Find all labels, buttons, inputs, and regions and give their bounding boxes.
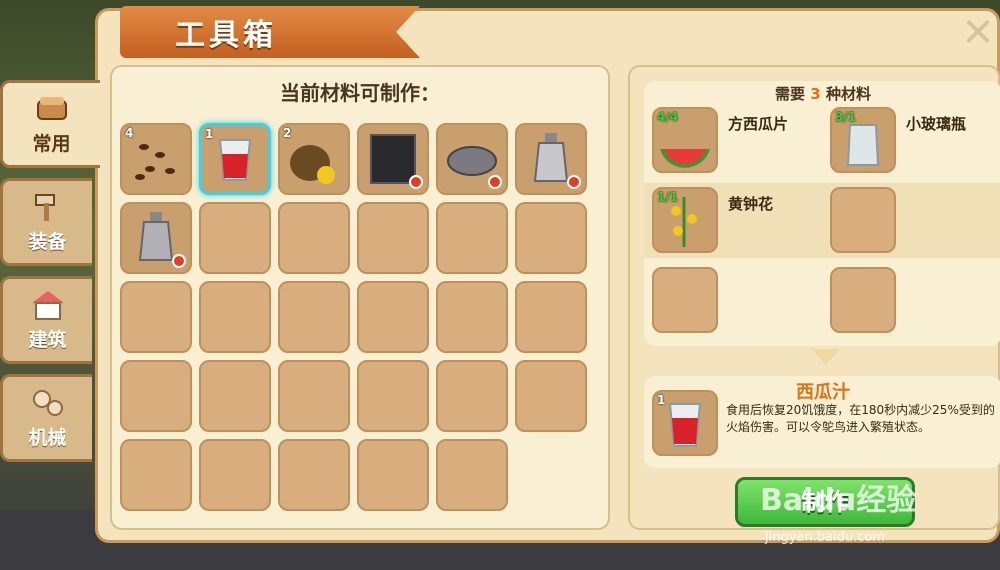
empty-material-slot [652,267,718,333]
material-count: 1/1 [657,190,679,204]
empty-slot[interactable] [436,439,508,511]
close-icon[interactable]: ✕ [960,13,996,53]
result-count: 1 [657,393,666,407]
material-item[interactable]: 4/4 方西瓜片 [652,107,788,173]
tab-label: 常用 [32,132,71,155]
material-count: 4/4 [657,110,679,124]
item-count: 1 [205,127,214,141]
requirements-count: 3 [810,85,821,103]
empty-slot[interactable] [357,439,429,511]
hammer-icon [34,193,55,221]
empty-slot[interactable] [278,439,350,511]
material-name: 小玻璃瓶 [906,115,967,133]
empty-slot[interactable] [278,360,350,432]
requirements-area: 需要 3 种材料 4/4 方西瓜片 3/1 小玻璃瓶 1/1 黄钟花 [644,81,1000,346]
empty-material-slot [830,187,896,253]
item-count: 2 [283,126,292,140]
item-count: 4 [125,126,134,140]
empty-slot[interactable] [357,360,429,432]
material-count: 3/1 [835,110,857,124]
empty-slot[interactable] [278,202,350,274]
empty-slot[interactable] [120,360,192,432]
tab-common[interactable]: 常用 [0,80,100,168]
empty-slot[interactable] [199,202,271,274]
item-slot[interactable] [357,123,429,195]
empty-slot[interactable] [278,281,350,353]
item-slot[interactable]: 1 [199,123,271,195]
result-area: 西瓜汁 1 食用后恢复20饥饿度，在180秒内减少25%受到的火焰伤害。可以令鸵… [644,376,1000,468]
req-row: 4/4 方西瓜片 3/1 小玻璃瓶 [644,103,1000,178]
tab-label: 建筑 [28,328,67,351]
gears-icon [32,389,63,416]
material-item[interactable]: 3/1 小玻璃瓶 [830,107,966,173]
material-item [830,187,896,253]
material-slot: 4/4 [652,107,718,173]
craftable-title: 当前材料可制作： [280,81,440,105]
empty-material-slot [830,267,896,333]
requirements-prefix: 需要 [775,85,806,103]
empty-slot[interactable] [199,439,271,511]
empty-slot[interactable] [436,202,508,274]
material-slot: 1/1 [652,187,718,253]
empty-slot[interactable] [515,202,587,274]
house-icon [31,290,64,320]
empty-slot[interactable] [199,281,271,353]
material-item [830,267,896,333]
material-slot: 3/1 [830,107,896,173]
tab-buildings[interactable]: 建筑 [0,276,92,364]
material-item [652,267,718,333]
down-arrow-icon [812,349,840,365]
unavailable-icon [567,175,581,189]
craftable-panel: 当前材料可制作： 4 1 2 [110,65,610,530]
empty-slot[interactable] [120,439,192,511]
req-row [644,263,1000,338]
empty-slot[interactable] [515,360,587,432]
item-slot[interactable]: 2 [278,123,350,195]
window-title: 工具箱 [120,6,420,58]
watermark-url: jingyan.baidu.com [765,530,885,545]
category-tabs: 常用 装备 建筑 机械 [0,80,100,472]
result-slot: 1 [652,390,718,456]
item-slot[interactable] [515,123,587,195]
item-slot[interactable] [120,202,192,274]
material-name: 黄钟花 [728,195,774,213]
tab-label: 装备 [28,230,67,253]
requirements-header: 需要 3 种材料 [644,83,1000,104]
empty-slot[interactable] [436,281,508,353]
requirements-suffix: 种材料 [825,85,871,103]
item-slot[interactable] [436,123,508,195]
unavailable-icon [172,254,186,268]
craftable-grid: 4 1 2 [120,123,594,511]
empty-slot[interactable] [357,202,429,274]
unavailable-icon [409,175,423,189]
empty-slot[interactable] [120,281,192,353]
empty-slot[interactable] [199,360,271,432]
tab-label: 机械 [28,426,67,449]
empty-slot[interactable] [436,360,508,432]
tab-machinery[interactable]: 机械 [0,374,92,462]
empty-slot[interactable] [357,281,429,353]
baidu-watermark: Baidu经验 [760,483,917,518]
bread-icon [36,96,67,120]
req-row: 1/1 黄钟花 [644,183,1000,258]
tab-equipment[interactable]: 装备 [0,178,92,266]
empty-slot[interactable] [515,281,587,353]
unavailable-icon [488,175,502,189]
recipe-panel: 需要 3 种材料 4/4 方西瓜片 3/1 小玻璃瓶 1/1 黄钟花 西瓜汁 1… [628,65,1000,530]
result-description: 食用后恢复20饥饿度，在180秒内减少25%受到的火焰伤害。可以令鸵鸟进入繁殖状… [726,403,995,434]
item-slot[interactable]: 4 [120,123,192,195]
material-item[interactable]: 1/1 黄钟花 [652,187,773,253]
material-name: 方西瓜片 [728,115,789,133]
